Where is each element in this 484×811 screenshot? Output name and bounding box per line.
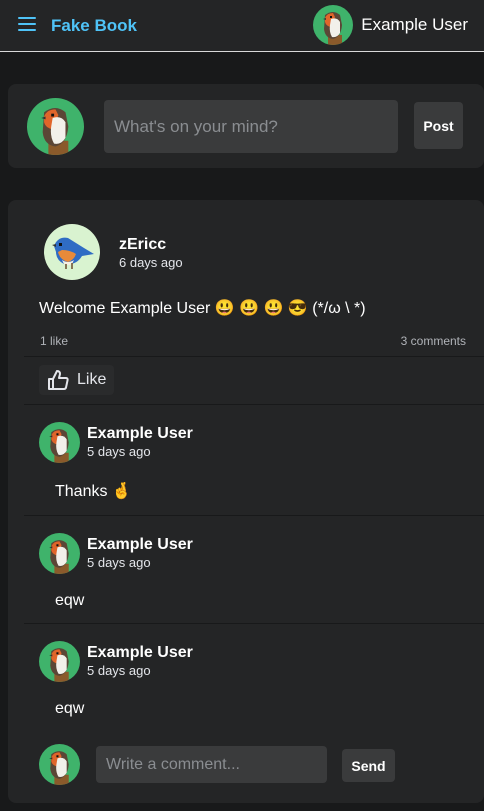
comment-avatar[interactable]: [39, 641, 80, 682]
post-author-avatar[interactable]: [44, 224, 100, 280]
post-card: zEricc 6 days ago Welcome Example User 😃…: [8, 200, 484, 803]
post-composer: Post: [8, 84, 484, 168]
comment-timestamp: 5 days ago: [87, 663, 151, 678]
send-comment-button[interactable]: Send: [342, 749, 395, 782]
post-button[interactable]: Post: [414, 102, 463, 149]
top-app-bar: Fake Book Example User: [0, 0, 484, 52]
comment-text: eqw: [55, 700, 85, 717]
likes-count: 1 like: [40, 334, 69, 348]
current-user-chip[interactable]: Example User: [313, 5, 468, 45]
divider: [24, 623, 484, 624]
comments-count[interactable]: 3 comments: [401, 334, 466, 348]
like-button[interactable]: Like: [39, 365, 115, 395]
comment-avatar[interactable]: [39, 533, 80, 574]
post-input[interactable]: [104, 100, 398, 153]
like-button-label: Like: [77, 371, 107, 388]
comment-text: eqw: [55, 592, 85, 609]
comment-input[interactable]: [96, 746, 327, 783]
composer-avatar: [27, 98, 84, 155]
divider: [24, 356, 484, 357]
post-author-name[interactable]: zEricc: [119, 236, 166, 254]
comment-author[interactable]: Example User: [87, 536, 193, 554]
thumbs-up-icon: [48, 370, 69, 390]
comment-timestamp: 5 days ago: [87, 444, 151, 459]
user-avatar: [313, 5, 353, 45]
reply-avatar: [39, 744, 80, 785]
hamburger-menu-icon[interactable]: [18, 17, 36, 33]
current-user-name: Example User: [361, 15, 468, 34]
post-timestamp: 6 days ago: [119, 255, 183, 270]
app-title[interactable]: Fake Book: [51, 16, 137, 36]
divider: [24, 515, 484, 516]
divider: [24, 404, 484, 405]
post-body-text: Welcome Example User 😃 😃 😃 😎 (*/ω \ *): [39, 300, 366, 317]
comment-avatar[interactable]: [39, 422, 80, 463]
comment-author[interactable]: Example User: [87, 425, 193, 443]
comment-timestamp: 5 days ago: [87, 555, 151, 570]
comment-text: Thanks 🤞: [55, 483, 132, 500]
comment-author[interactable]: Example User: [87, 644, 193, 662]
